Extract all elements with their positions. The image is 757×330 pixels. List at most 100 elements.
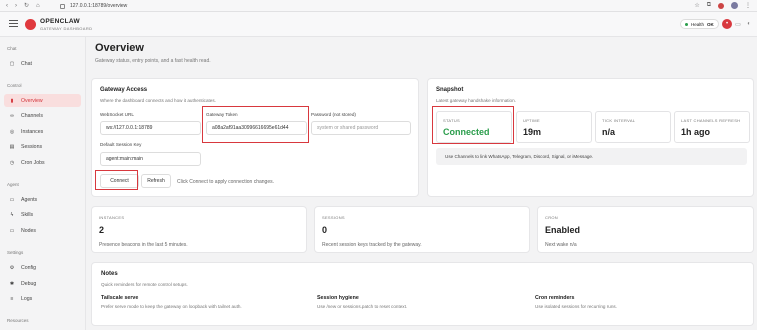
channels-hint-note: Use Channels to link WhatsApp, Telegram,… (436, 148, 747, 165)
chat-icon: ▢ (9, 60, 15, 67)
clock-icon: ◷ (9, 159, 15, 166)
tile-label: STATUS (443, 118, 460, 123)
browser-nav: ‹ › ↻ ⌂ (0, 2, 60, 10)
bolt-icon: ϟ (10, 211, 14, 218)
stat-label: CRON (545, 215, 558, 220)
sidebar-item-overview[interactable]: ▮ Overview (4, 94, 81, 107)
monitor-icon: ▭ (9, 227, 15, 234)
sidebar-item-label: Overview (21, 97, 43, 104)
instances-icon: ◎ (9, 128, 15, 135)
page-subtitle: Gateway status, entry points, and a fast… (95, 58, 211, 64)
sidebar-item-label: Channels (21, 112, 43, 119)
gateway-token-input[interactable]: a08a2af91aa30996616695e61d44 (206, 121, 307, 135)
card-title: Snapshot (436, 87, 464, 93)
notification-icon[interactable] (718, 2, 724, 9)
home-icon[interactable]: ⌂ (36, 3, 40, 9)
status-tile: STATUS Connected (436, 111, 512, 143)
brand-title: OPENCLAW (40, 18, 80, 25)
sidebar-item-label: Instances (21, 128, 44, 135)
sidebar-item-label: Agents (21, 196, 38, 203)
sidebar-item-chat[interactable]: ▢ Chat (4, 57, 81, 70)
stat-value: 0 (322, 225, 328, 235)
note-title: Cron reminders (535, 295, 575, 301)
sidebar-item-channels[interactable]: ∞ Channels (4, 109, 81, 122)
address-bar[interactable]: 127.0.0.1:18789/overview (60, 2, 620, 10)
instances-card: INSTANCES 2 Presence beacons in the last… (91, 206, 307, 253)
tick-interval-value: n/a (602, 127, 616, 137)
stat-description: Next wake n/a (545, 242, 577, 248)
sidebar-item-sessions[interactable]: ▤ Sessions (4, 140, 81, 153)
tile-label: UPTIME (523, 118, 540, 123)
note-text: Prefer serve mode to keep the gateway on… (101, 304, 242, 309)
gear-icon: ⚙ (9, 264, 15, 271)
sidebar-item-agents[interactable]: ▭ Agents (4, 193, 81, 206)
sidebar-item-logs[interactable]: ≡ Logs (4, 292, 81, 305)
health-status-dot (685, 22, 688, 26)
browser-toolbar: ‹ › ↻ ⌂ 127.0.0.1:18789/overview ☆ ⧉ ⋮ (0, 0, 757, 12)
folder-icon: ▭ (9, 196, 15, 203)
note-text: Use isolated sessions for recurring runs… (535, 304, 617, 309)
alert-icon[interactable]: • (722, 19, 732, 29)
password-label: Password (not stored) (311, 112, 356, 117)
tile-label: LAST CHANNELS REFRESH (681, 118, 741, 123)
gateway-token-label: Gateway Token (206, 112, 238, 117)
page-title: Overview (95, 42, 144, 54)
websocket-url-input[interactable]: ws://127.0.0.1:18789 (100, 121, 201, 135)
sidebar-item-nodes[interactable]: ▭ Nodes (4, 224, 81, 237)
brand-subtitle: GATEWAY DASHBOARD (40, 26, 93, 31)
file-icon: ▤ (9, 143, 15, 150)
stat-description: Presence beacons in the last 5 minutes. (99, 242, 188, 248)
health-badge: Health OK (680, 19, 719, 29)
sidebar-item-skills[interactable]: ϟ Skills (4, 208, 81, 221)
sidebar-item-label: Skills (21, 211, 34, 218)
star-icon[interactable]: ☆ (694, 2, 699, 9)
note-title: Tailscale serve (101, 295, 139, 301)
sidebar-item-instances[interactable]: ◎ Instances (4, 125, 81, 138)
sidebar-section-settings: Settings (7, 250, 24, 255)
monitor-icon[interactable]: ▭ (733, 19, 743, 29)
sidebar-section-resources: Resources (7, 318, 29, 323)
sidebar-item-label: Nodes (21, 227, 36, 234)
session-key-input[interactable]: agent:main:main (100, 152, 201, 166)
status-value: Connected (443, 127, 490, 137)
notes-card: Notes Quick reminders for remote control… (91, 262, 754, 326)
sidebar-item-label: Debug (21, 280, 37, 287)
theme-toggle-icon[interactable]: ◐ (744, 19, 754, 29)
sidebar: Chat ▢ Chat Control ▮ Overview ∞ Channel… (0, 37, 86, 330)
sidebar-section-chat: Chat (7, 46, 17, 51)
session-key-label: Default Session Key (100, 142, 142, 147)
hamburger-menu-icon[interactable] (9, 20, 18, 27)
sidebar-item-label: Config (21, 264, 36, 271)
stat-label: SESSIONS (322, 215, 345, 220)
chart-icon: ▮ (10, 97, 14, 104)
refresh-button[interactable]: Refresh (141, 174, 171, 188)
connect-hint: Click Connect to apply connection change… (177, 179, 275, 185)
extensions-icon[interactable]: ⧉ (707, 2, 711, 9)
browser-actions: ☆ ⧉ ⋮ (694, 2, 751, 9)
back-icon[interactable]: ‹ (6, 3, 8, 9)
profile-avatar[interactable] (731, 2, 738, 9)
card-title: Gateway Access (100, 87, 148, 93)
sidebar-item-label: Sessions (21, 143, 43, 150)
uptime-tile: UPTIME 19m (516, 111, 592, 143)
card-description: Quick reminders for remote control setup… (101, 282, 188, 287)
sidebar-item-label: Cron Jobs (21, 159, 45, 166)
stat-value: 2 (99, 225, 105, 235)
openclaw-logo (25, 19, 36, 30)
sessions-card: SESSIONS 0 Recent session keys tracked b… (314, 206, 530, 253)
cron-card: CRON Enabled Next wake n/a (537, 206, 754, 253)
info-icon[interactable] (60, 3, 65, 9)
reload-icon[interactable]: ↻ (24, 2, 29, 9)
forward-icon[interactable]: › (15, 3, 17, 9)
card-description: Latest gateway handshake information. (436, 98, 516, 103)
sidebar-item-cron-jobs[interactable]: ◷ Cron Jobs (4, 156, 81, 169)
sidebar-item-config[interactable]: ⚙ Config (4, 261, 81, 274)
password-input[interactable]: system or shared password (311, 121, 411, 135)
stat-value: Enabled (545, 225, 581, 235)
sidebar-item-debug[interactable]: ✱ Debug (4, 277, 81, 290)
last-refresh-value: 1h ago (681, 127, 711, 137)
connect-button[interactable]: Connect (100, 174, 139, 188)
card-title: Notes (101, 271, 118, 277)
menu-icon[interactable]: ⋮ (745, 2, 751, 9)
sidebar-item-label: Chat (21, 60, 32, 67)
